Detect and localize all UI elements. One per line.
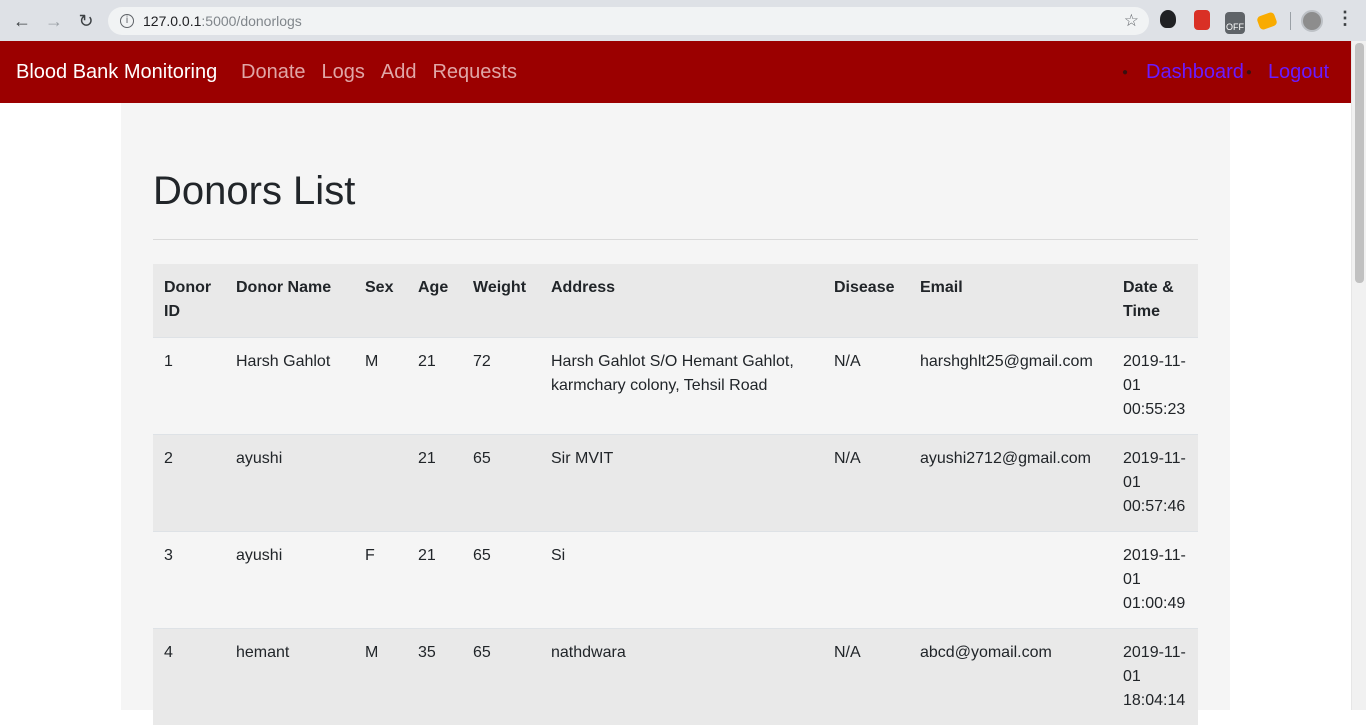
bullet-icon: ●: [1122, 67, 1129, 78]
cell-address: Si: [540, 530, 823, 628]
cell-date-time: 2019-11-01 18:04:14: [1112, 627, 1198, 725]
header-email: Email: [909, 264, 1112, 337]
cell-donor-name: hemant: [225, 627, 354, 725]
header-address: Address: [540, 264, 823, 337]
cell-weight: 65: [462, 433, 540, 531]
bullet-icon: ●: [1245, 67, 1252, 78]
cell-disease: [823, 530, 909, 628]
cell-weight: 65: [462, 627, 540, 725]
cell-email: [909, 530, 1112, 628]
main-container: Donors List Donor ID Donor Name Sex Age …: [121, 103, 1230, 725]
site-info-icon[interactable]: i: [120, 14, 134, 28]
header-disease: Disease: [823, 264, 909, 337]
cell-address: nathdwara: [540, 627, 823, 725]
extension-icon[interactable]: [1194, 10, 1210, 30]
header-donor-name: Donor Name: [225, 264, 354, 337]
header-weight: Weight: [462, 264, 540, 337]
forward-arrow-icon[interactable]: →: [39, 6, 69, 36]
app-navbar: Blood Bank Monitoring Donate Logs Add Re…: [0, 41, 1351, 103]
cell-sex: [354, 433, 407, 531]
donors-table: Donor ID Donor Name Sex Age Weight Addre…: [153, 264, 1198, 725]
table-row: 4 hemant M 35 65 nathdwara N/A abcd@yoma…: [153, 627, 1198, 725]
table-header-row: Donor ID Donor Name Sex Age Weight Addre…: [153, 264, 1198, 337]
back-arrow-icon[interactable]: ←: [7, 6, 37, 36]
header-age: Age: [407, 264, 462, 337]
nav-link-logs[interactable]: Logs: [322, 61, 365, 84]
cell-age: 21: [407, 336, 462, 434]
extension-icon[interactable]: [1256, 11, 1278, 31]
brand-link[interactable]: Blood Bank Monitoring: [16, 61, 217, 84]
profile-avatar[interactable]: [1301, 10, 1323, 32]
cell-disease: N/A: [823, 433, 909, 531]
cell-age: 35: [407, 627, 462, 725]
cell-address: Sir MVIT: [540, 433, 823, 531]
nav-link-requests[interactable]: Requests: [432, 61, 517, 84]
cell-age: 21: [407, 433, 462, 531]
cell-email: ayushi2712@gmail.com: [909, 433, 1112, 531]
toolbar-divider: [1290, 12, 1291, 30]
nav-link-dashboard[interactable]: Dashboard: [1146, 61, 1244, 84]
cell-donor-name: ayushi: [225, 530, 354, 628]
cell-disease: N/A: [823, 336, 909, 434]
cell-email: harshghlt25@gmail.com: [909, 336, 1112, 434]
nav-link-add[interactable]: Add: [381, 61, 417, 84]
address-bar[interactable]: i 127.0.0.1:5000/donorlogs ☆: [108, 7, 1149, 35]
cell-email: abcd@yomail.com: [909, 627, 1112, 725]
extension-icon[interactable]: [1160, 10, 1176, 28]
url-host: 127.0.0.1: [143, 13, 202, 29]
header-donor-id: Donor ID: [153, 264, 225, 337]
table-row: 3 ayushi F 21 65 Si 2019-11-01 01:00:49: [153, 530, 1198, 628]
cell-age: 21: [407, 530, 462, 628]
cell-date-time: 2019-11-01 00:55:23: [1112, 336, 1198, 434]
menu-kebab-icon[interactable]: ⋮: [1336, 8, 1354, 29]
bookmark-star-icon[interactable]: ☆: [1124, 11, 1139, 31]
cell-disease: N/A: [823, 627, 909, 725]
title-divider: [153, 239, 1198, 240]
nav-links: Donate Logs Add Requests: [241, 61, 517, 84]
table-row: 1 Harsh Gahlot M 21 72 Harsh Gahlot S/O …: [153, 336, 1198, 434]
cell-address: Harsh Gahlot S/O Hemant Gahlot, karmchar…: [540, 336, 823, 434]
cell-donor-id: 4: [153, 627, 225, 725]
cell-donor-name: Harsh Gahlot: [225, 336, 354, 434]
page-title: Donors List: [153, 169, 356, 213]
nav-link-donate[interactable]: Donate: [241, 61, 306, 84]
cell-date-time: 2019-11-01 01:00:49: [1112, 530, 1198, 628]
cell-donor-id: 2: [153, 433, 225, 531]
cell-weight: 72: [462, 336, 540, 434]
scrollbar-thumb[interactable]: [1355, 43, 1364, 283]
cell-sex: F: [354, 530, 407, 628]
cell-donor-id: 1: [153, 336, 225, 434]
cell-donor-id: 3: [153, 530, 225, 628]
header-date-time: Date & Time: [1112, 264, 1198, 337]
nav-link-logout[interactable]: Logout: [1268, 61, 1329, 84]
table-row: 2 ayushi 21 65 Sir MVIT N/A ayushi2712@g…: [153, 433, 1198, 531]
nav-right-links: ● Dashboard ● Logout: [1122, 61, 1329, 84]
browser-toolbar: ← → ↻ i 127.0.0.1:5000/donorlogs ☆ OFF ⋮: [0, 0, 1366, 41]
url-path: :5000/donorlogs: [201, 13, 302, 29]
cell-date-time: 2019-11-01 00:57:46: [1112, 433, 1198, 531]
cell-sex: M: [354, 627, 407, 725]
page-scrollbar[interactable]: [1351, 41, 1366, 710]
cell-sex: M: [354, 336, 407, 434]
header-sex: Sex: [354, 264, 407, 337]
extension-off-icon[interactable]: OFF: [1225, 12, 1245, 34]
cell-donor-name: ayushi: [225, 433, 354, 531]
reload-icon[interactable]: ↻: [71, 6, 101, 36]
cell-weight: 65: [462, 530, 540, 628]
